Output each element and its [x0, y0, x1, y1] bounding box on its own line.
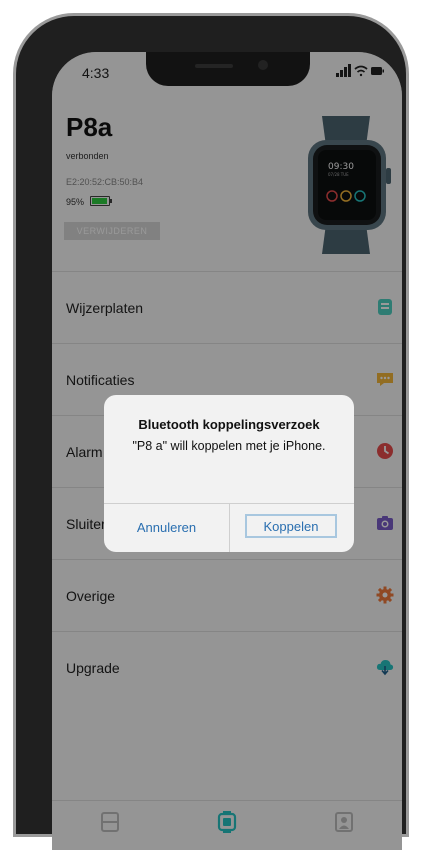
- app-screen: 4:33 P8a verbonden E2:20:52:CB:50:B4 95%: [52, 52, 402, 850]
- dialog-button-divider: [229, 503, 230, 552]
- dialog-title: Bluetooth koppelingsverzoek: [138, 417, 320, 432]
- cancel-button[interactable]: Annuleren: [104, 503, 229, 552]
- bluetooth-pairing-dialog: Bluetooth koppelingsverzoek "P8 a" will …: [104, 395, 354, 552]
- phone-frame: 4:33 P8a verbonden E2:20:52:CB:50:B4 95%: [16, 16, 406, 850]
- pair-button[interactable]: Koppelen: [245, 514, 337, 538]
- dialog-message: "P8 a" will koppelen met je iPhone.: [132, 439, 326, 453]
